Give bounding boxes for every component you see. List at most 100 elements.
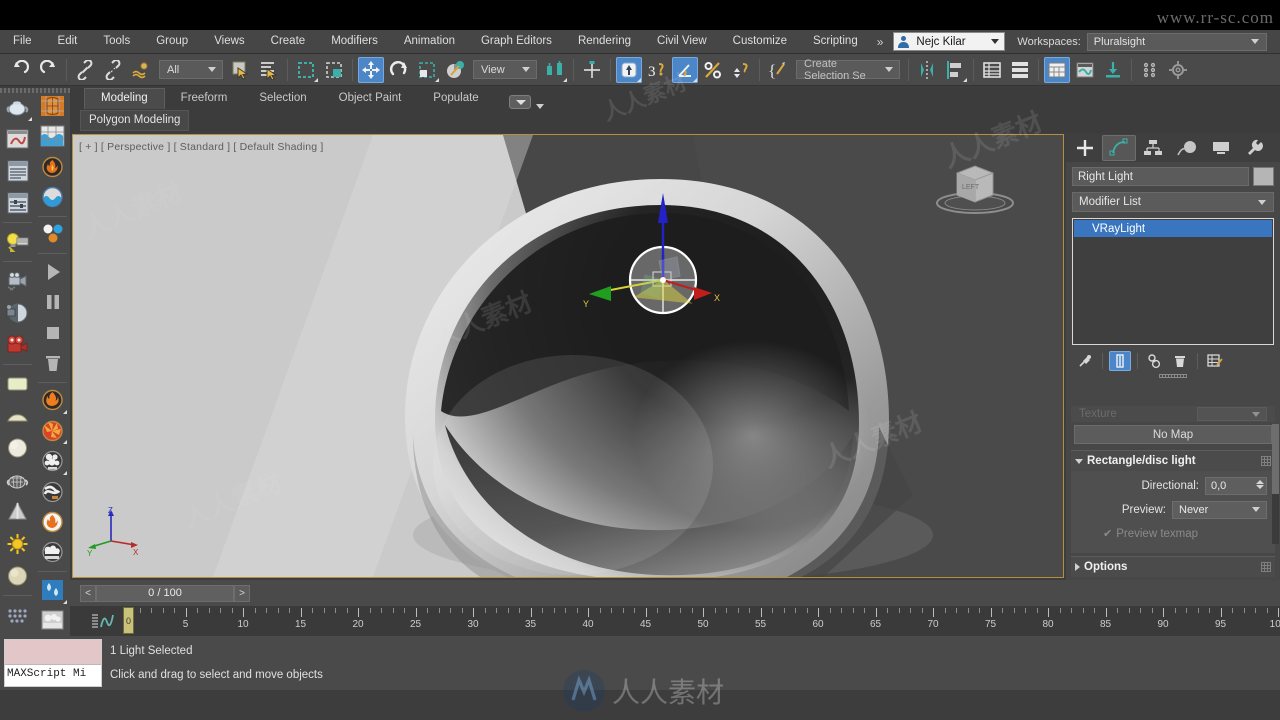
layer-explorer-button[interactable] [979, 57, 1005, 83]
workspace-dropdown[interactable]: Pluralsight [1086, 32, 1267, 51]
swirl-icon[interactable] [37, 477, 68, 506]
smoke-icon[interactable] [37, 446, 68, 475]
modify-tab[interactable] [1102, 135, 1136, 161]
maxscript-output-pane[interactable] [5, 640, 101, 664]
fog-icon[interactable] [37, 606, 68, 635]
remove-modifier-button[interactable] [1169, 351, 1191, 371]
menu-group[interactable]: Group [143, 32, 201, 51]
render-setup-button[interactable] [1072, 57, 1098, 83]
rollout-header-rectangle-disc-light[interactable]: Rectangle/disc light [1071, 450, 1275, 471]
menu-tools[interactable]: Tools [90, 32, 143, 51]
stack-item-vraylight[interactable]: VRayLight [1074, 220, 1272, 237]
named-selection-set-input[interactable]: Create Selection Se [796, 58, 900, 82]
modifier-stack[interactable]: VRayLight [1072, 218, 1274, 345]
menu-rendering[interactable]: Rendering [565, 32, 644, 51]
select-and-scale-button[interactable] [414, 57, 440, 83]
trash-icon[interactable] [37, 348, 68, 377]
settings-gear-button[interactable] [1165, 57, 1191, 83]
slider-panel-icon[interactable] [2, 187, 33, 218]
render-preview-icon[interactable] [2, 123, 33, 154]
create-tab[interactable] [1068, 135, 1102, 161]
viewport-label[interactable]: [ + ] [ Perspective ] [ Standard ] [ Def… [79, 141, 324, 153]
configure-modifier-sets-button[interactable] [1204, 351, 1226, 371]
select-and-move-button[interactable] [358, 56, 384, 83]
menu-file[interactable]: File [0, 32, 45, 51]
sphere-icon[interactable] [2, 432, 33, 463]
use-pivot-point-center-button[interactable] [542, 57, 568, 83]
previous-frame-button[interactable]: < [80, 584, 96, 602]
material-editor-button[interactable] [1044, 56, 1070, 83]
checkbox-checked-icon[interactable]: ✔ [1103, 527, 1112, 540]
ribbon-tab-populate[interactable]: Populate [417, 89, 494, 109]
camera-target-icon[interactable] [2, 297, 33, 328]
flame-icon[interactable] [37, 507, 68, 536]
snap-3d-button[interactable]: 3 [644, 57, 670, 83]
track-bar[interactable]: 0 5 10 15 20 25 30 35 40 45 50 55 60 65 70 75 80 85 90 95 10… [70, 606, 1280, 636]
mesh-orange-icon[interactable] [37, 91, 68, 120]
ribbon-tab-selection[interactable]: Selection [243, 89, 322, 109]
water-drop-icon[interactable] [37, 575, 68, 604]
menu-scripting[interactable]: Scripting [800, 32, 871, 51]
movie-camera-icon[interactable] [2, 329, 33, 360]
sphere-soft-icon[interactable] [2, 560, 33, 591]
edit-named-selection-sets-button[interactable]: { [765, 57, 791, 83]
burst-icon[interactable] [37, 416, 68, 445]
spinner-snap-toggle-button[interactable] [728, 57, 754, 83]
water-sphere-icon[interactable] [37, 182, 68, 211]
directional-spinner[interactable]: 0,0 [1205, 476, 1267, 495]
sphere-half-icon[interactable] [2, 400, 33, 431]
box-flat-icon[interactable] [2, 368, 33, 399]
grid-icon[interactable] [2, 599, 33, 630]
ribbon-tab-modeling[interactable]: Modeling [84, 88, 165, 109]
perspective-viewport[interactable]: [ + ] [ Perspective ] [ Standard ] [ Def… [72, 134, 1064, 578]
spinner-arrows-icon[interactable] [1256, 479, 1264, 493]
next-frame-button[interactable]: > [234, 584, 250, 602]
maxscript-input-pane[interactable]: MAXScript Mi [5, 664, 101, 686]
light-bulb-icon[interactable] [2, 226, 33, 257]
camera-icon[interactable] [2, 265, 33, 296]
scene-explorer-button[interactable] [1007, 57, 1033, 83]
curve-editor-icon[interactable] [90, 612, 116, 630]
pin-stack-button[interactable] [1074, 351, 1096, 371]
move-gizmo[interactable]: X Y [581, 175, 771, 365]
redo-button[interactable] [35, 57, 61, 83]
current-frame-display[interactable]: 0 / 100 [96, 584, 234, 602]
select-and-place-button[interactable] [442, 57, 468, 83]
object-name-field[interactable]: Right Light [1072, 167, 1249, 186]
preview-dropdown[interactable]: Never [1172, 500, 1267, 519]
select-by-name-button[interactable] [256, 57, 282, 83]
snaps-toggle-button[interactable] [616, 56, 642, 83]
pause-icon[interactable] [37, 287, 68, 316]
fire-icon[interactable] [37, 152, 68, 181]
align-button[interactable] [942, 57, 968, 83]
rollout-grip[interactable] [1261, 456, 1271, 466]
display-tab[interactable] [1204, 135, 1238, 161]
teapot-icon[interactable] [2, 91, 33, 122]
window-crossing-button[interactable] [321, 57, 347, 83]
modifier-list-dropdown[interactable]: Modifier List [1072, 192, 1274, 212]
utilities-tab[interactable] [1238, 135, 1272, 161]
user-account-dropdown[interactable]: Nejc Kilar [893, 32, 1006, 51]
command-panel-scrollbar[interactable] [1272, 424, 1279, 544]
cone-icon[interactable] [2, 496, 33, 527]
menu-create[interactable]: Create [258, 32, 319, 51]
panel-grip[interactable] [1066, 372, 1280, 379]
select-and-link-button[interactable] [72, 57, 98, 83]
water-grid-icon[interactable] [37, 121, 68, 150]
percent-snap-toggle-button[interactable] [700, 57, 726, 83]
play-icon[interactable] [37, 257, 68, 286]
ribbon-tab-freeform[interactable]: Freeform [165, 89, 244, 109]
menu-views[interactable]: Views [201, 32, 257, 51]
ribbon-subtab-polygon-modeling[interactable]: Polygon Modeling [80, 109, 190, 131]
motion-tab[interactable] [1170, 135, 1204, 161]
menu-modifiers[interactable]: Modifiers [318, 32, 391, 51]
selection-filter-dropdown[interactable]: All [159, 60, 223, 79]
chevron-down-icon[interactable] [535, 104, 544, 109]
time-playhead[interactable]: 0 [123, 607, 134, 634]
make-unique-button[interactable] [1144, 351, 1166, 371]
maxscript-mini-listener[interactable]: MAXScript Mi [4, 639, 102, 687]
undo-button[interactable] [7, 57, 33, 83]
no-map-button[interactable]: No Map [1074, 425, 1272, 444]
timeline-ruler[interactable]: 0 5 10 15 20 25 30 35 40 45 50 55 60 65 70 75 80 85 90 95 10… [125, 606, 1280, 636]
menu-graph-editors[interactable]: Graph Editors [468, 32, 565, 51]
